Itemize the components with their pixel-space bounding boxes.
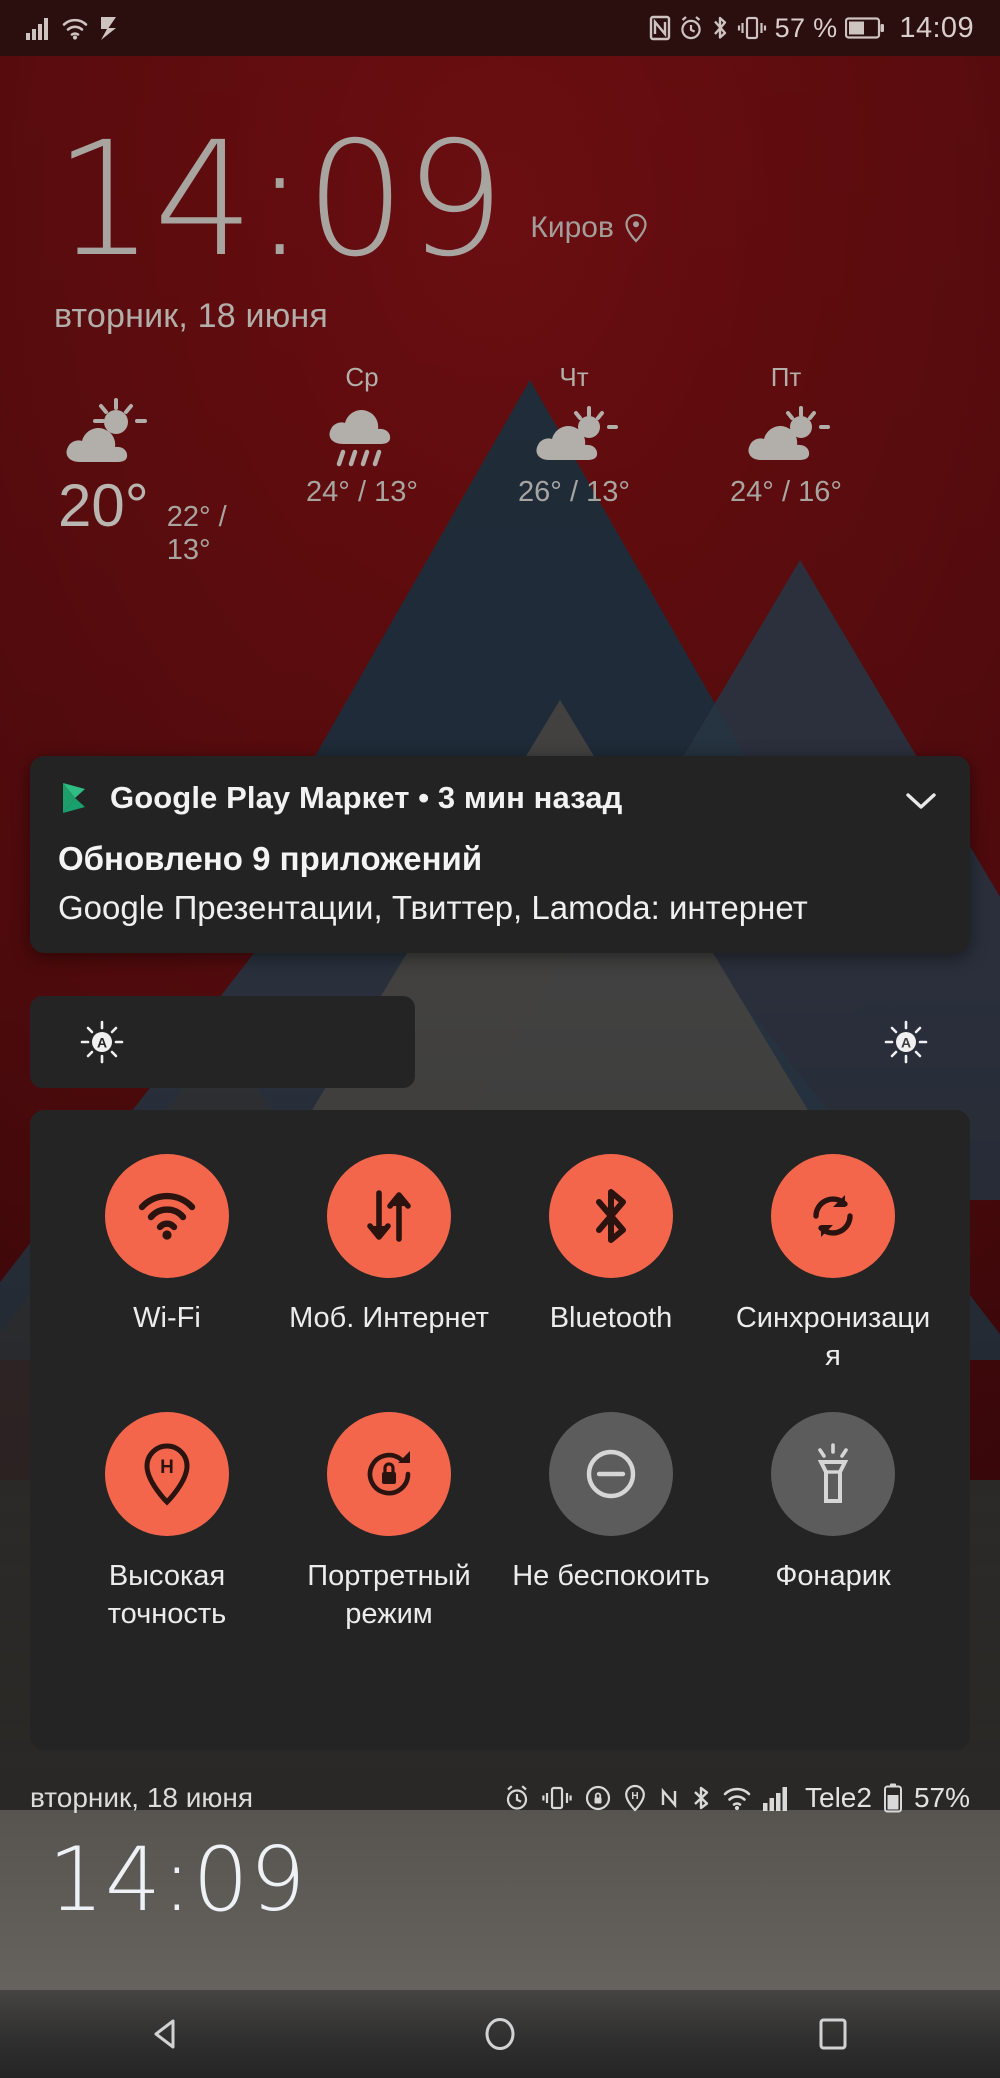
partly-cloudy-icon <box>527 394 621 470</box>
alarm-icon <box>504 1784 530 1812</box>
bluetooth-icon <box>691 1784 711 1812</box>
forecast-high-low: 22° / 13° <box>166 500 227 566</box>
svg-text:A: A <box>901 1035 911 1051</box>
notification-card[interactable]: Google Play Маркет • 3 мин назад Обновле… <box>30 756 970 953</box>
forecast-high-low: 24° / 13° <box>306 475 418 508</box>
chevron-down-icon[interactable] <box>884 784 942 812</box>
wifi-icon <box>105 1154 229 1278</box>
status-battery-percent: 57 % <box>774 12 838 43</box>
clock-weather-widget: 14:09 Киров вторник, 18 июня 20° 22° / 1… <box>0 56 1000 567</box>
quick-settings-panel: Wi-Fi Моб. Интернет Bluetooth Синхрониза… <box>30 1110 970 1750</box>
qs-tile-flashlight[interactable]: Фонарик <box>722 1411 944 1634</box>
bluetooth-icon <box>549 1154 673 1278</box>
shade-status-bar: вторник, 18 июня H Tele2 57% <box>0 1770 1000 1826</box>
svg-text:H: H <box>160 1457 174 1478</box>
navigation-bar <box>0 1990 1000 2078</box>
forecast-day: Ср <box>345 361 379 392</box>
google-play-icon <box>58 781 92 815</box>
back-icon[interactable] <box>92 2012 242 2056</box>
qs-tile-location-accuracy[interactable]: H Высокая точность <box>56 1411 278 1634</box>
vibrate-icon <box>737 15 767 41</box>
qs-label: Wi-Fi <box>133 1302 201 1334</box>
notification-title: Обновлено 9 приложений <box>58 840 483 877</box>
forecast-current-temp: 20° <box>58 471 149 539</box>
flashlight-icon <box>771 1411 895 1536</box>
battery-icon <box>883 1783 903 1813</box>
svg-text:H: H <box>631 1791 638 1802</box>
forecast-column: Пт 24° / 16° <box>680 362 892 567</box>
nfc-icon <box>649 15 671 41</box>
forecast-column-today: 20° 22° / 13° <box>44 362 256 567</box>
carrier-name: Tele2 <box>805 1782 872 1813</box>
notification-separator: • <box>418 780 430 815</box>
svg-text:A: A <box>97 1035 107 1051</box>
do-not-disturb-icon <box>549 1411 673 1536</box>
partly-cloudy-icon <box>58 394 152 470</box>
forecast-day: Чт <box>559 361 589 392</box>
qs-label: Портретный режим <box>307 1559 471 1630</box>
mobile-data-icon <box>327 1154 451 1278</box>
nfc-icon <box>658 1784 680 1812</box>
qs-label: Bluetooth <box>549 1302 673 1334</box>
wifi-icon <box>61 16 89 40</box>
forecast-day: Пт <box>770 361 802 392</box>
quick-settings-row: Wi-Fi Моб. Интернет Bluetooth Синхрониза… <box>56 1154 944 1376</box>
qs-tile-mobile-data[interactable]: Моб. Интернет <box>278 1154 500 1376</box>
location-pin-icon: H <box>623 1784 647 1812</box>
rotation-lock-icon <box>327 1411 451 1536</box>
notification-app-name: Google Play Маркет <box>110 780 410 815</box>
brightness-track[interactable]: A A <box>30 996 970 1088</box>
sound-off-icon <box>98 15 122 41</box>
qs-label: Фонарик <box>775 1559 891 1592</box>
forecast-column: Ср 24° / 13° <box>256 362 468 567</box>
clock-time: 14:09 <box>54 108 505 292</box>
weather-location[interactable]: Киров <box>530 211 649 245</box>
qs-tile-bluetooth[interactable]: Bluetooth <box>500 1154 722 1376</box>
brightness-auto-toggle[interactable]: A <box>884 1020 928 1064</box>
qs-tile-sync[interactable]: Синхронизация <box>722 1154 944 1376</box>
forecast-high-low: 24° / 16° <box>730 475 842 508</box>
shade-date: вторник, 18 июня <box>30 1782 254 1813</box>
forecast-column: Чт 26° / 13° <box>468 362 680 567</box>
qs-tile-wifi[interactable]: Wi-Fi <box>56 1154 278 1376</box>
wifi-icon <box>722 1785 752 1811</box>
rain-icon <box>319 394 405 470</box>
signal-bars-icon <box>26 16 52 40</box>
status-bar: 57 % 14:09 <box>0 0 1000 56</box>
signal-bars-icon <box>763 1785 791 1811</box>
lockscreen-clock[interactable]: 14:09 Киров <box>0 56 1000 292</box>
battery-icon <box>845 16 885 40</box>
rotation-lock-icon <box>584 1784 612 1812</box>
alarm-icon <box>679 15 703 41</box>
notification-time: 3 мин назад <box>437 780 623 815</box>
notification-body: Google Презентации, Твиттер, Lamoda: инт… <box>58 889 808 926</box>
qs-label: Синхронизация <box>735 1302 931 1373</box>
vibrate-icon <box>541 1784 573 1812</box>
qs-label: Моб. Интернет <box>289 1302 489 1334</box>
location-pin-icon <box>623 213 649 243</box>
status-bar-clock: 14:09 <box>899 11 974 44</box>
notification-header: Google Play Маркет • 3 мин назад <box>58 780 942 816</box>
brightness-auto-icon: A <box>80 1020 124 1064</box>
shade-status-icons: H Tele2 57% <box>504 1782 970 1814</box>
qs-tile-do-not-disturb[interactable]: Не беспокоить <box>500 1411 722 1634</box>
location-accuracy-icon: H <box>105 1411 229 1536</box>
partly-cloudy-icon <box>739 394 833 470</box>
quick-settings-row: H Высокая точность Портретный режим Не б… <box>56 1411 944 1634</box>
brightness-slider[interactable]: A A <box>30 996 970 1088</box>
home-icon[interactable] <box>425 2012 575 2056</box>
qs-label: Не беспокоить <box>512 1559 710 1592</box>
shade-battery-percent: 57% <box>913 1782 970 1813</box>
sync-icon <box>771 1154 895 1278</box>
phone-screen: 57 % 14:09 14:09 Киров вторник, 18 июня … <box>0 0 1000 2078</box>
recents-icon[interactable] <box>758 2012 908 2056</box>
dock-clock: 14:09 <box>48 1828 307 1931</box>
bluetooth-icon <box>711 15 729 41</box>
qs-tile-rotation-lock[interactable]: Портретный режим <box>278 1411 500 1634</box>
qs-label: Высокая точность <box>107 1559 227 1630</box>
weather-forecast[interactable]: 20° 22° / 13° Ср 24° / 13° Чт 26° / 13° … <box>0 336 1000 567</box>
location-label: Киров <box>530 210 614 244</box>
forecast-high-low: 26° / 13° <box>518 475 630 508</box>
